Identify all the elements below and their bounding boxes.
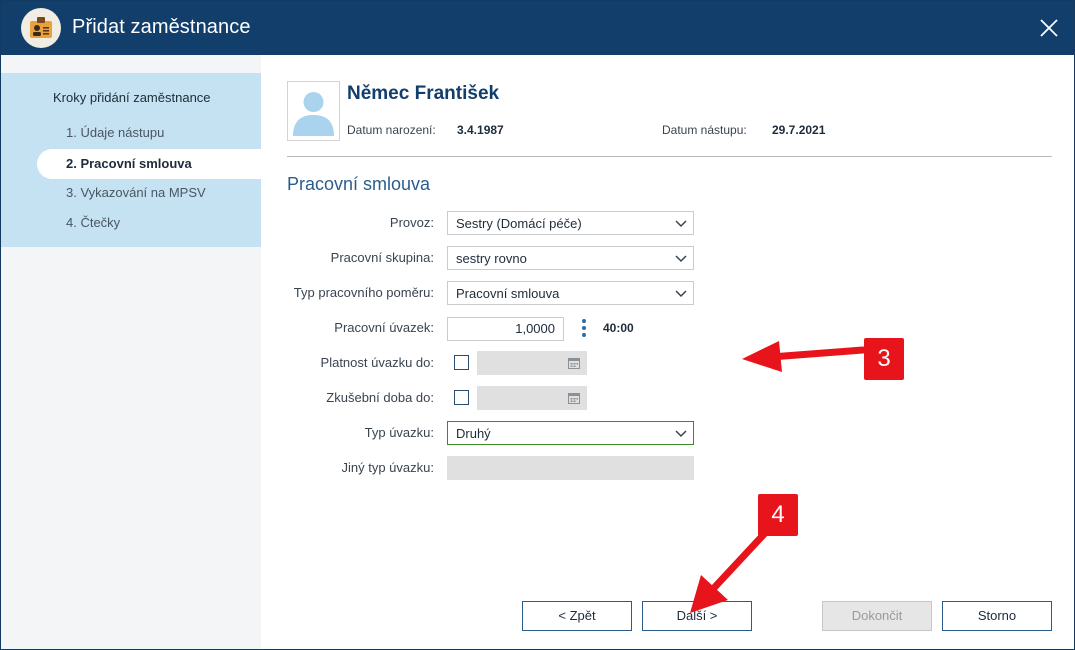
sidebar: Kroky přidání zaměstnance 1. Údaje nástu… [1, 55, 261, 649]
work-group-label: Pracovní skupina: [330, 250, 434, 265]
section-title: Pracovní smlouva [287, 174, 431, 194]
annotation-badge-3: 3 [864, 338, 904, 380]
step-employment-contract-label: 2. Pracovní smlouva [66, 156, 192, 171]
steps-title: Kroky přidání zaměstnance [53, 90, 211, 105]
steps-panel: Kroky přidání zaměstnance 1. Údaje nástu… [1, 73, 261, 247]
employment-type-value: Pracovní smlouva [456, 286, 560, 301]
chevron-down-icon [675, 255, 687, 263]
finish-button: Dokončit [822, 601, 932, 631]
other-workload-type-label: Jiný typ úvazku: [341, 460, 435, 475]
workload-type-select[interactable]: Druhý [447, 421, 694, 445]
start-date-label: Datum nástupu: [662, 123, 747, 137]
workload-label: Pracovní úvazek: [334, 320, 434, 335]
step-readers[interactable]: 4. Čtečky [66, 215, 120, 230]
employee-badge-icon [21, 8, 61, 48]
weekly-hours: 40:00 [603, 321, 634, 335]
workload-input[interactable]: 1,0000 [447, 317, 564, 341]
workload-valid-until-label: Platnost úvazku do: [320, 355, 434, 370]
birth-date-label: Datum narození: [347, 123, 436, 137]
work-group-select[interactable]: sestry rovno [447, 246, 694, 270]
back-button[interactable]: < Zpět [522, 601, 632, 631]
workload-valid-until-checkbox[interactable] [454, 355, 469, 370]
chevron-down-icon [675, 290, 687, 298]
title-bar: Přidat zaměstnance [1, 1, 1074, 55]
step-employment-contract[interactable]: 2. Pracovní smlouva [37, 149, 261, 179]
employee-name: Němec František [347, 83, 500, 104]
avatar [287, 81, 340, 141]
provoz-value: Sestry (Domácí péče) [456, 216, 582, 231]
window-title: Přidat zaměstnance [72, 16, 251, 38]
chevron-down-icon [675, 220, 687, 228]
workload-type-value: Druhý [456, 426, 491, 441]
main-panel: Němec František Datum narození: 3.4.1987… [261, 55, 1074, 649]
start-date-value: 29.7.2021 [772, 123, 826, 137]
step-entry-data[interactable]: 1. Údaje nástupu [66, 125, 164, 140]
annotation-badge-4: 4 [758, 494, 798, 536]
probation-until-label: Zkušební doba do: [326, 390, 434, 405]
provoz-label: Provoz: [389, 215, 434, 230]
employment-type-select[interactable]: Pracovní smlouva [447, 281, 694, 305]
probation-until-checkbox[interactable] [454, 390, 469, 405]
chevron-down-icon [675, 430, 687, 438]
workload-valid-until-date [477, 351, 587, 375]
divider [287, 156, 1052, 157]
next-button[interactable]: Další > [642, 601, 752, 631]
more-options-icon[interactable] [580, 318, 588, 340]
employment-type-label: Typ pracovního poměru: [293, 285, 434, 300]
provoz-select[interactable]: Sestry (Domácí péče) [447, 211, 694, 235]
workload-type-label: Typ úvazku: [364, 425, 434, 440]
step-mpsv-reporting[interactable]: 3. Vykazování na MPSV [66, 185, 206, 200]
close-icon[interactable] [1038, 17, 1060, 39]
calendar-icon [568, 393, 580, 404]
birth-date-value: 3.4.1987 [457, 123, 504, 137]
work-group-value: sestry rovno [456, 251, 527, 266]
probation-until-date [477, 386, 587, 410]
add-employee-dialog: Přidat zaměstnance Kroky přidání zaměstn… [0, 0, 1075, 650]
calendar-icon [568, 358, 580, 369]
other-workload-type-input [447, 456, 694, 480]
cancel-button[interactable]: Storno [942, 601, 1052, 631]
